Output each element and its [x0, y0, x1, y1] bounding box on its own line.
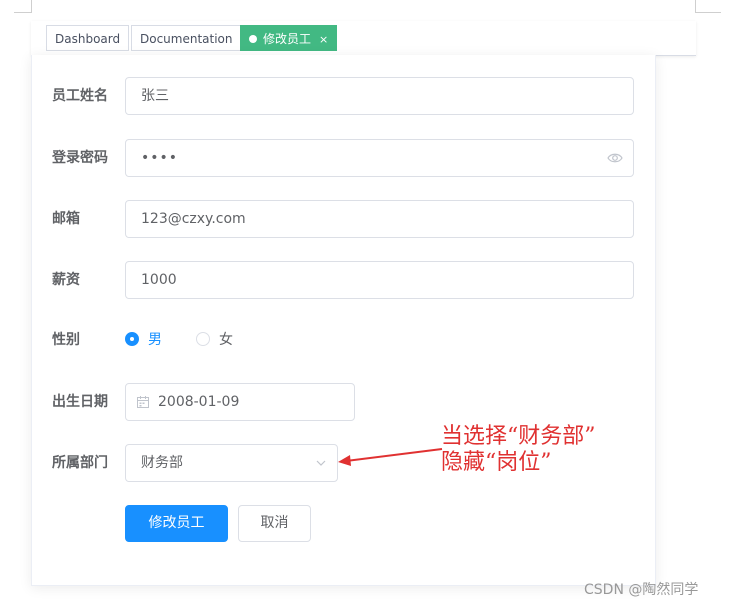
crop-mark [14, 12, 32, 13]
tags-view-bar: Dashboard Documentation 修改员工 × [31, 21, 696, 56]
edit-employee-button[interactable]: 修改员工 [125, 505, 228, 542]
radio-label-male: 男 [148, 332, 162, 348]
department-label: 所属部门 [52, 455, 108, 471]
eye-icon[interactable] [607, 151, 623, 165]
birthday-label: 出生日期 [52, 394, 108, 410]
crop-mark [695, 12, 721, 13]
annotation-text: 当选择“财务部” 隐藏“岗位” [441, 424, 596, 476]
password-value: •••• [141, 150, 179, 166]
crop-mark [695, 0, 696, 12]
crop-mark [31, 0, 32, 12]
radio-label-female: 女 [219, 332, 233, 348]
password-label: 登录密码 [52, 150, 108, 166]
tag-documentation[interactable]: Documentation [131, 25, 242, 51]
gender-label: 性别 [52, 332, 80, 348]
department-value: 财务部 [141, 455, 183, 471]
tag-dashboard[interactable]: Dashboard [46, 25, 130, 51]
annotation-line-2: 隐藏“岗位” [441, 450, 552, 475]
close-icon[interactable]: × [319, 33, 328, 46]
tag-label: Documentation [140, 32, 233, 46]
tag-edit-employee[interactable]: 修改员工 × [240, 25, 338, 51]
salary-value: 1000 [141, 272, 177, 288]
birthday-date-picker[interactable]: 2008-01-09 [125, 383, 355, 421]
email-value: 123@czxy.com [141, 211, 246, 227]
email-label: 邮箱 [52, 211, 80, 227]
annotation-arrow-icon [338, 448, 443, 466]
birthday-value: 2008-01-09 [158, 394, 240, 410]
password-input[interactable]: •••• [125, 139, 634, 177]
tag-label: 修改员工 [263, 32, 312, 46]
name-value: 张三 [141, 88, 169, 104]
watermark: CSDN @陶然同学 [584, 582, 699, 598]
salary-label: 薪资 [52, 272, 80, 288]
name-input[interactable]: 张三 [125, 77, 634, 115]
gender-radio-female[interactable]: 女 [196, 331, 233, 349]
annotation-line-1: 当选择“财务部” [441, 424, 596, 449]
department-select[interactable]: 财务部 [125, 444, 338, 482]
tag-label: Dashboard [55, 32, 121, 46]
radio-checked-icon [125, 332, 139, 346]
radio-unchecked-icon [196, 332, 210, 346]
email-input[interactable]: 123@czxy.com [125, 200, 634, 238]
chevron-down-icon [316, 460, 326, 466]
name-label: 员工姓名 [52, 88, 108, 104]
gender-radio-male[interactable]: 男 [125, 331, 162, 349]
active-dot-icon [249, 35, 257, 43]
cancel-button[interactable]: 取消 [238, 505, 311, 542]
salary-input[interactable]: 1000 [125, 261, 634, 299]
calendar-icon [137, 396, 149, 408]
